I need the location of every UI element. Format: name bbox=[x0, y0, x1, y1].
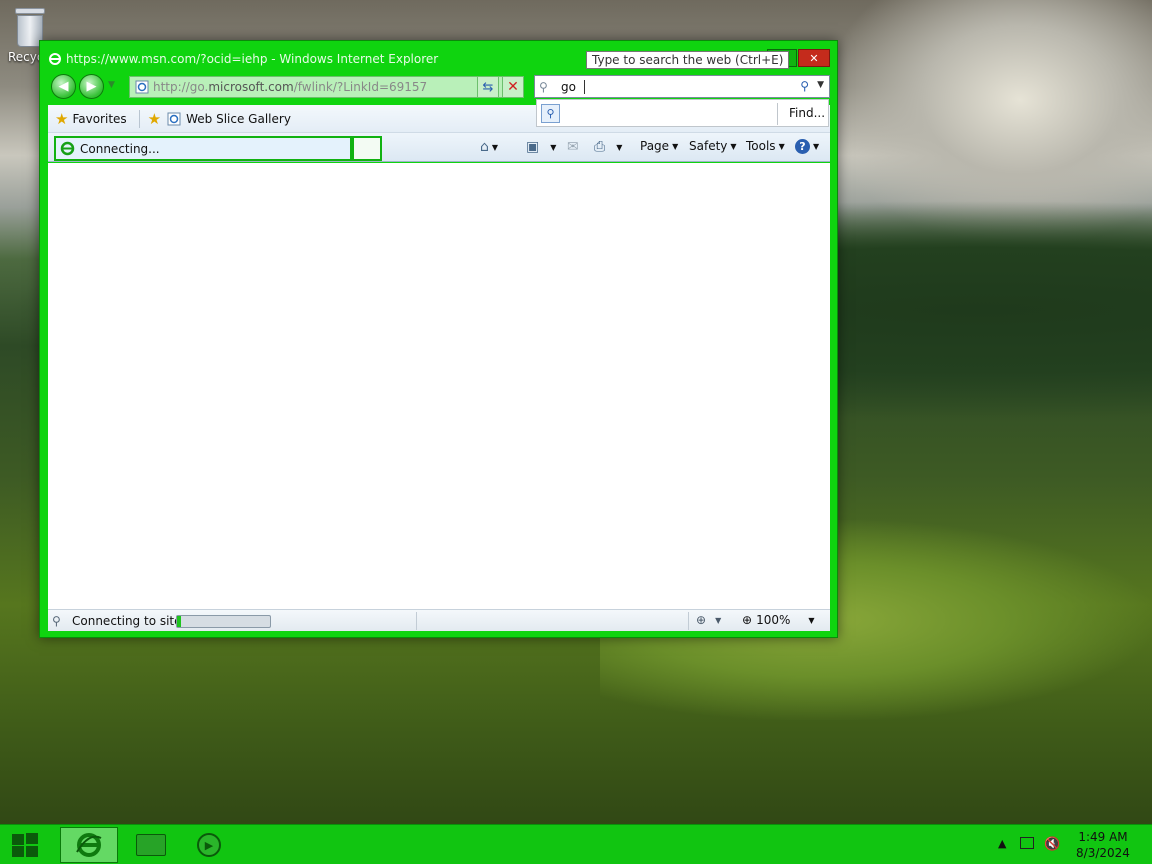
system-clock[interactable]: 1:49 AM 8/3/2024 bbox=[1066, 829, 1140, 861]
back-button[interactable]: ◀ bbox=[51, 74, 76, 99]
chevron-down-icon[interactable]: ▼ bbox=[550, 143, 556, 152]
ie-loading-icon bbox=[60, 141, 75, 156]
printer-icon: ⎙ bbox=[594, 139, 606, 155]
windows-logo-icon bbox=[12, 834, 24, 845]
rss-feed-icon: ▣ bbox=[526, 139, 540, 155]
status-bar: ⚲ Connecting to site ... ⊕ ▼ ⊕ 100% ▼ bbox=[48, 609, 830, 631]
add-to-favorites-bar-icon[interactable]: ★ bbox=[148, 110, 161, 128]
progress-bar bbox=[176, 615, 271, 628]
volume-muted-icon[interactable]: 🔇 bbox=[1044, 837, 1060, 852]
windows-logo-pane bbox=[26, 846, 38, 857]
zoom-button[interactable]: ⊕ 100% ▼ bbox=[742, 613, 815, 627]
chevron-down-icon: ▼ bbox=[813, 142, 820, 151]
search-icon: ⚲ bbox=[539, 79, 548, 94]
chevron-down-icon: ▼ bbox=[730, 141, 737, 151]
taskbar: ▶ ▲ 🔇 1:49 AM 8/3/2024 bbox=[0, 824, 1152, 864]
chevron-down-icon: ▼ bbox=[715, 615, 722, 625]
favorites-button[interactable]: Favorites bbox=[72, 112, 126, 126]
window-title: https://www.msn.com/?ocid=iehp - Windows… bbox=[66, 52, 439, 66]
home-button[interactable]: ⌂ ▼ bbox=[480, 139, 498, 155]
address-suffix: /fwlink/?LinkId=69157 bbox=[293, 80, 428, 94]
connecting-icon: ⚲ bbox=[52, 613, 61, 628]
ie-logo-icon bbox=[49, 53, 61, 65]
refresh-button[interactable]: ⇆ bbox=[477, 76, 499, 98]
search-go-icon[interactable]: ⚲ bbox=[800, 79, 809, 93]
chevron-down-icon: ▼ bbox=[778, 141, 785, 151]
network-icon[interactable] bbox=[1020, 837, 1034, 849]
address-bar[interactable]: http://go.microsoft.com/fwlink/?LinkId=6… bbox=[129, 76, 515, 98]
clock-time: 1:49 AM bbox=[1078, 830, 1128, 844]
new-tab-button[interactable] bbox=[352, 136, 382, 161]
title-bar[interactable]: https://www.msn.com/?ocid=iehp - Windows… bbox=[48, 50, 577, 68]
read-mail-button[interactable]: ✉ bbox=[567, 139, 579, 155]
web-slice-gallery-link[interactable]: Web Slice Gallery bbox=[186, 112, 291, 126]
safety-menu-button[interactable]: Safety ▼ bbox=[689, 139, 737, 153]
tab-label: Connecting... bbox=[80, 141, 160, 156]
text-cursor bbox=[584, 80, 585, 94]
internet-explorer-icon bbox=[76, 833, 102, 857]
tab-connecting[interactable]: Connecting... bbox=[54, 136, 352, 161]
start-button[interactable] bbox=[10, 832, 40, 858]
find-on-page-button[interactable]: Find... bbox=[789, 106, 825, 120]
zoom-icon: ⊕ bbox=[742, 613, 753, 627]
divider bbox=[138, 109, 140, 128]
search-provider-icon[interactable]: ⚲ bbox=[541, 103, 560, 123]
feeds-button[interactable]: ▣ ▼ bbox=[526, 139, 556, 155]
address-prefix: http://go. bbox=[153, 80, 209, 94]
taskbar-media-player[interactable]: ▶ bbox=[180, 827, 238, 863]
windows-logo-pane bbox=[26, 833, 38, 844]
zoom-level: 100% bbox=[756, 613, 791, 627]
stop-button[interactable]: ✕ bbox=[502, 76, 524, 98]
globe-lock-icon: ⊕ bbox=[696, 613, 707, 627]
recent-pages-dropdown-icon[interactable]: ▼ bbox=[108, 80, 115, 90]
chevron-down-icon[interactable]: ▼ bbox=[808, 616, 814, 625]
progress-fill bbox=[177, 616, 181, 627]
ie-window[interactable]: https://www.msn.com/?ocid=iehp - Windows… bbox=[39, 40, 838, 638]
favorites-star-icon[interactable]: ★ bbox=[55, 110, 68, 128]
print-button[interactable]: ⎙ ▼ bbox=[594, 139, 622, 155]
ie-page-icon bbox=[167, 112, 181, 125]
divider bbox=[416, 612, 417, 630]
page-icon bbox=[135, 80, 149, 94]
help-icon: ? bbox=[795, 139, 810, 154]
chevron-down-icon: ▼ bbox=[672, 141, 679, 151]
forward-button[interactable]: ▶ bbox=[79, 74, 104, 99]
tools-menu-button[interactable]: Tools ▼ bbox=[746, 139, 785, 153]
show-hidden-icons-button[interactable]: ▲ bbox=[998, 837, 1006, 850]
address-url[interactable]: http://go.microsoft.com/fwlink/?LinkId=6… bbox=[153, 80, 427, 94]
media-player-icon: ▶ bbox=[197, 833, 221, 857]
home-icon: ⌂ bbox=[480, 139, 489, 155]
close-button[interactable]: ✕ bbox=[798, 49, 830, 67]
chevron-down-icon[interactable]: ▼ bbox=[492, 143, 498, 152]
divider bbox=[777, 103, 778, 125]
search-input[interactable]: go bbox=[561, 80, 576, 94]
search-box[interactable]: ⚲ go ⚲ ▼ bbox=[534, 75, 830, 98]
windows-logo-pane bbox=[12, 846, 24, 857]
page-menu-button[interactable]: Page ▼ bbox=[640, 139, 678, 153]
chevron-down-icon[interactable]: ▼ bbox=[616, 143, 622, 152]
safety-menu-label: Safety bbox=[689, 139, 728, 153]
search-suggestions: ⚲ Find... bbox=[536, 99, 829, 127]
divider bbox=[688, 612, 689, 630]
taskbar-internet-explorer[interactable] bbox=[60, 827, 118, 863]
taskbar-file-explorer[interactable] bbox=[122, 827, 180, 863]
folder-icon bbox=[136, 834, 166, 856]
mail-icon: ✉ bbox=[567, 139, 579, 155]
help-button[interactable]: ? ▼ bbox=[795, 139, 819, 154]
page-menu-label: Page bbox=[640, 139, 670, 153]
address-domain: microsoft.com bbox=[208, 80, 294, 94]
protected-mode-button[interactable]: ⊕ ▼ bbox=[696, 613, 721, 627]
tab-and-command-bar: Connecting... ⌂ ▼ ▣ ▼ ✉ ⎙ ▼ Page ▼ Safety ▼ T… bbox=[48, 133, 830, 162]
clock-date: 8/3/2024 bbox=[1076, 846, 1130, 860]
tools-menu-label: Tools bbox=[746, 139, 776, 153]
search-options-dropdown-icon[interactable]: ▼ bbox=[817, 80, 824, 90]
page-content[interactable] bbox=[48, 163, 830, 609]
search-tooltip: Type to search the web (Ctrl+E) bbox=[586, 51, 790, 69]
